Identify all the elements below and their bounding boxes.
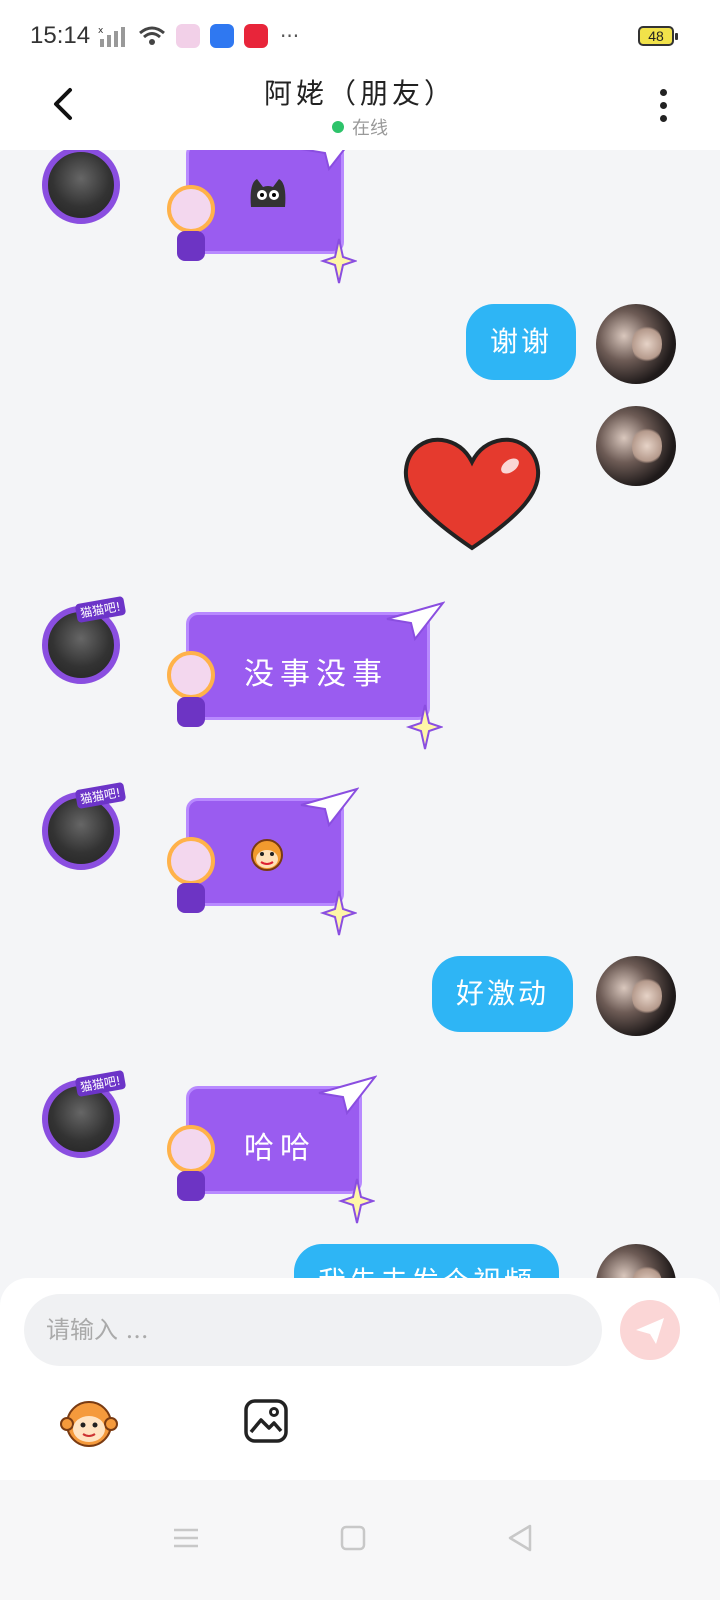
message-text: 谢谢	[490, 325, 553, 358]
cartoon-character-decoration-icon	[167, 185, 215, 261]
message-text: 没事没事	[244, 657, 388, 692]
triangle-back-icon	[508, 1524, 532, 1552]
friend-avatar[interactable]: 猫猫吧!	[36, 1069, 127, 1164]
send-button[interactable]	[620, 1300, 680, 1360]
cartoon-character-decoration-icon	[167, 1125, 215, 1201]
paper-plane-decoration-icon	[300, 150, 346, 171]
battery-level: 48	[648, 28, 664, 44]
friend-message-sticker[interactable]	[167, 787, 359, 936]
image-button[interactable]	[243, 1398, 289, 1444]
my-message-text[interactable]: 我先去发个视频	[294, 1244, 560, 1280]
more-vertical-dot	[659, 102, 667, 109]
online-status: 在线	[0, 114, 720, 140]
friend-badge: 猫猫吧!	[74, 595, 127, 624]
my-message-text[interactable]: 好激动	[432, 956, 574, 1032]
paper-plane-icon	[636, 1318, 664, 1344]
message-text: 好激动	[456, 977, 550, 1010]
app-notification-icon	[176, 24, 200, 48]
friend-message-text[interactable]: 没事没事	[167, 601, 445, 750]
more-vertical-icon	[659, 89, 667, 96]
wifi-icon	[139, 26, 165, 45]
sparkle-decoration-icon	[337, 1178, 375, 1224]
chat-header: 阿姥（朋友） 在线	[0, 70, 720, 150]
my-avatar[interactable]	[596, 406, 676, 486]
friend-message-text[interactable]: 哈哈	[167, 1075, 377, 1224]
cartoon-character-decoration-icon	[167, 651, 215, 727]
status-icons: x ···	[98, 24, 299, 48]
friend-badge: 猫猫吧!	[74, 781, 127, 810]
online-dot-icon	[332, 121, 344, 133]
back-nav-button[interactable]	[500, 1518, 540, 1558]
video-notification-icon	[244, 24, 268, 48]
status-bar: 15:14 x ··· 48	[0, 0, 720, 70]
recent-apps-button[interactable]	[166, 1518, 206, 1558]
more-menu-button[interactable]	[654, 86, 672, 126]
message-list[interactable]: 谢谢 猫猫吧! 没事没事 猫猫吧! 好激动 猫猫吧! 哈哈	[0, 150, 720, 1280]
online-label: 在线	[352, 118, 388, 139]
menu-lines-icon	[174, 1528, 198, 1548]
home-button[interactable]	[333, 1518, 373, 1558]
my-avatar[interactable]	[596, 1244, 676, 1280]
more-vertical-dot	[659, 115, 667, 122]
sparkle-decoration-icon	[405, 704, 443, 750]
monkey-face-icon	[251, 839, 283, 871]
cartoon-character-decoration-icon	[167, 837, 215, 913]
emoji-button[interactable]	[60, 1396, 118, 1448]
paper-plane-decoration-icon	[300, 787, 359, 827]
friend-avatar[interactable]	[36, 150, 126, 230]
svg-text:x: x	[98, 26, 104, 36]
browser-notification-icon	[210, 24, 234, 48]
sparkle-decoration-icon	[319, 238, 357, 284]
friend-message-sticker[interactable]	[167, 150, 357, 284]
friend-badge: 猫猫吧!	[74, 1069, 127, 1098]
my-message-text[interactable]: 谢谢	[466, 304, 577, 380]
red-heart-sticker-icon[interactable]	[402, 436, 542, 552]
paper-plane-decoration-icon	[318, 1075, 377, 1115]
my-avatar[interactable]	[596, 956, 676, 1036]
black-cat-face-icon	[250, 179, 286, 207]
message-input[interactable]: 请输入 ...	[24, 1294, 602, 1366]
friend-avatar[interactable]: 猫猫吧!	[36, 595, 127, 690]
chat-title: 阿姥（朋友）	[263, 77, 456, 110]
message-text: 哈哈	[244, 1131, 316, 1166]
square-icon	[340, 1525, 366, 1551]
more-notifications: ···	[280, 24, 300, 48]
my-avatar[interactable]	[596, 304, 676, 384]
avatar-ring	[42, 150, 120, 224]
image-icon	[244, 1399, 288, 1443]
composer-panel: 请输入 ...	[0, 1278, 720, 1480]
battery-icon: 48	[638, 26, 678, 46]
monkey-emoji-icon	[60, 1401, 118, 1447]
system-nav-bar	[0, 1480, 720, 1600]
friend-avatar[interactable]: 猫猫吧!	[36, 781, 127, 876]
paper-plane-decoration-icon	[386, 601, 445, 641]
sparkle-decoration-icon	[319, 890, 357, 936]
signal-icon: x	[98, 26, 125, 47]
status-time: 15:14	[30, 22, 91, 49]
